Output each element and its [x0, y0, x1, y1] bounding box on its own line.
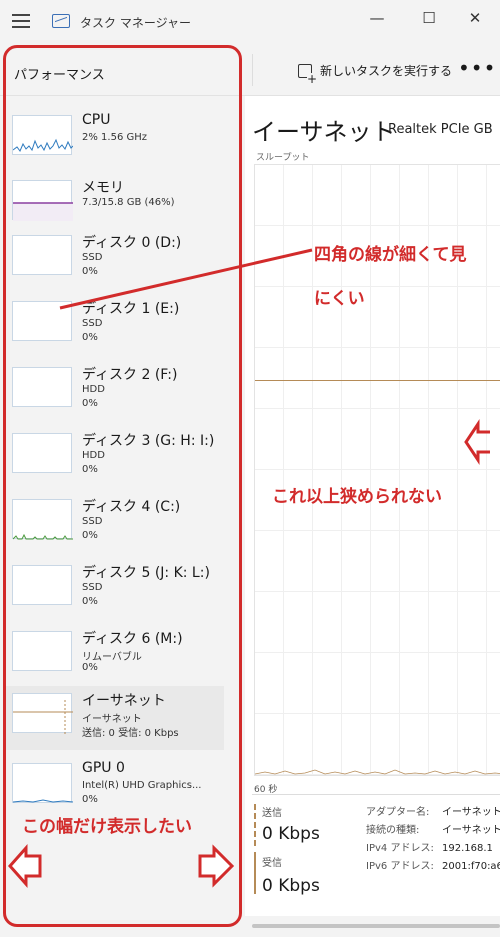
left-arrow-icon — [7, 844, 42, 888]
annotation-show-this-width: この幅だけ表示したい — [22, 817, 192, 837]
annotation-cannot-narrow: これ以上狭められない — [272, 487, 442, 507]
annotation-thin-lines-line1: 四角の線が細くて見 — [314, 245, 467, 265]
annotation-pointer-line — [59, 248, 313, 310]
annotation-thin-lines-line2: にくい — [314, 289, 365, 309]
annotation-arrows — [7, 248, 490, 888]
right-arrow-icon — [198, 844, 235, 888]
left-arrow-icon — [464, 419, 490, 465]
